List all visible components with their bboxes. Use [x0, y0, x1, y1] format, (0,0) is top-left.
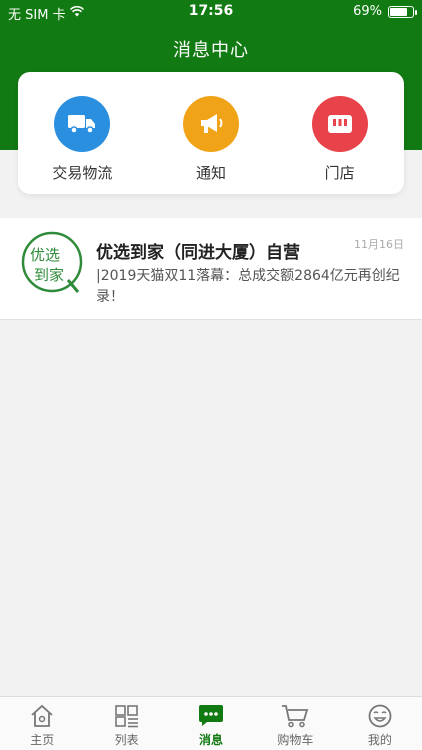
- tab-label: 购物车: [277, 733, 314, 747]
- smiley-icon: [366, 703, 394, 729]
- message-body: |2019天猫双11落幕：总成交额2864亿元再创纪录！: [96, 268, 400, 305]
- battery-fill: [390, 7, 407, 16]
- category-label: 交易物流: [52, 164, 113, 182]
- message-date: 11月16日: [354, 238, 404, 251]
- tab-list[interactable]: 列表: [84, 697, 168, 750]
- store-icon: [311, 96, 368, 152]
- tab-label: 我的: [367, 733, 392, 747]
- battery-icon: [388, 5, 417, 18]
- truck-icon: [54, 96, 111, 152]
- megaphone-icon: [182, 96, 239, 152]
- battery-percent: 69%: [353, 4, 382, 19]
- tab-home[interactable]: 主页: [0, 697, 84, 750]
- logo-text-bottom: 到家: [34, 266, 64, 284]
- tab-bar: 主页 列表 消息 购物车 我的: [0, 696, 422, 750]
- tab-profile[interactable]: 我的: [338, 697, 422, 750]
- status-bar: 无 SIM 卡 17:56 69%: [0, 0, 422, 24]
- logo-text-top: 优选: [30, 246, 60, 264]
- home-icon: [28, 703, 56, 729]
- page-title: 消息中心: [173, 40, 249, 61]
- category-store[interactable]: 门店: [285, 96, 395, 183]
- store-logo: 优选 到家: [20, 230, 84, 294]
- category-notice[interactable]: 通知: [156, 96, 266, 183]
- chat-bubble-icon: [197, 703, 225, 729]
- tab-label: 主页: [30, 733, 55, 747]
- tab-cart[interactable]: 购物车: [253, 697, 337, 750]
- tab-label: 列表: [114, 733, 139, 747]
- category-label: 门店: [324, 164, 355, 182]
- category-logistics[interactable]: 交易物流: [27, 96, 137, 183]
- status-right: 69%: [353, 4, 417, 19]
- tab-label: 消息: [199, 733, 224, 747]
- tab-messages[interactable]: 消息: [169, 697, 253, 750]
- cart-icon: [281, 703, 309, 729]
- category-label: 通知: [195, 164, 226, 182]
- message-title: 优选到家（同进大厦）自营: [96, 243, 300, 263]
- message-item[interactable]: 优选 到家 优选到家（同进大厦）自营 11月16日 |2019天猫双11落幕：总…: [0, 218, 422, 320]
- category-card: 交易物流 通知 门店: [18, 72, 404, 194]
- grid-list-icon: [113, 703, 141, 729]
